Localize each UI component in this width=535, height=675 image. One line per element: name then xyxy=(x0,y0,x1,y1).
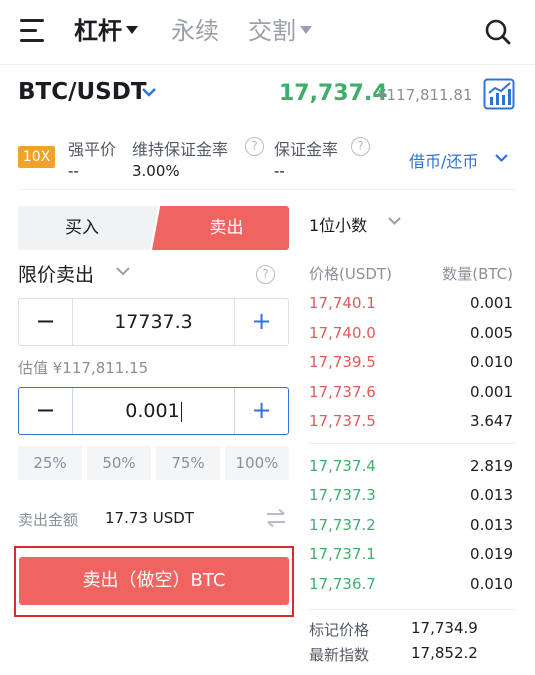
divider xyxy=(309,443,515,444)
precision-select[interactable]: 1位小数 xyxy=(309,212,367,236)
help-icon[interactable]: ? xyxy=(256,265,275,284)
chart-icon[interactable] xyxy=(483,78,515,110)
quantity-value: 0.001 xyxy=(125,400,180,422)
divider xyxy=(309,609,515,610)
buy-tab[interactable]: 买入 xyxy=(18,206,158,250)
help-icon[interactable]: ? xyxy=(351,137,370,156)
quantity-stepper: − 0.001 + xyxy=(18,387,289,435)
percent-50-button[interactable]: 50% xyxy=(87,446,151,480)
bid-qty[interactable]: 0.010 xyxy=(470,575,513,593)
mark-price-label: 标记价格 xyxy=(309,621,370,639)
order-type-select[interactable]: 限价卖出 xyxy=(18,260,94,287)
ask-qty[interactable]: 0.005 xyxy=(470,324,513,342)
chevron-down-icon[interactable] xyxy=(494,152,509,163)
ask-qty[interactable]: 0.001 xyxy=(470,294,513,312)
percent-25-button[interactable]: 25% xyxy=(18,446,82,480)
orderbook-price-header: 价格(USDT) xyxy=(309,265,392,283)
bid-price[interactable]: 17,737.1 xyxy=(309,545,376,563)
divider xyxy=(0,64,535,65)
price-stepper: − 17737.3 + xyxy=(18,298,289,346)
ask-price[interactable]: 17,737.6 xyxy=(309,383,376,401)
margin-ratio-value: -- xyxy=(274,162,285,180)
price-decrement-button[interactable]: − xyxy=(19,299,73,345)
tab-perpetual-label: 永续 xyxy=(171,17,219,45)
margin-ratio-label: 保证金率 xyxy=(274,140,339,159)
tab-margin-label: 杠杆 xyxy=(74,17,122,45)
cny-price: ¥117,811.81 xyxy=(377,86,473,104)
ask-price[interactable]: 17,740.0 xyxy=(309,324,376,342)
search-icon[interactable] xyxy=(484,18,512,46)
last-price: 17,737.4 xyxy=(279,81,388,106)
borrow-repay-button[interactable]: 借币/还币 xyxy=(409,148,478,172)
orderbook-qty-header: 数量(BTC) xyxy=(442,265,513,283)
tab-perpetual[interactable]: 永续 xyxy=(171,15,219,47)
ask-qty[interactable]: 3.647 xyxy=(470,412,513,430)
tab-delivery-label: 交割 xyxy=(248,17,296,45)
liq-price-value: -- xyxy=(68,162,79,180)
bid-qty[interactable]: 0.013 xyxy=(470,516,513,534)
mark-price-value: 17,734.9 xyxy=(411,619,478,637)
sell-short-button[interactable]: 卖出（做空）BTC xyxy=(19,557,289,605)
ask-price[interactable]: 17,737.5 xyxy=(309,412,376,430)
chevron-down-icon[interactable] xyxy=(141,86,157,98)
bid-price[interactable]: 17,736.7 xyxy=(309,575,376,593)
index-price-value: 17,852.2 xyxy=(411,644,478,662)
ask-price[interactable]: 17,739.5 xyxy=(309,353,376,371)
menu-icon[interactable] xyxy=(20,19,48,43)
price-increment-button[interactable]: + xyxy=(234,299,288,345)
help-icon[interactable]: ? xyxy=(245,137,264,156)
sell-amount-value: 17.73 USDT xyxy=(105,509,194,527)
bid-price[interactable]: 17,737.4 xyxy=(309,457,376,475)
bid-price[interactable]: 17,737.3 xyxy=(309,486,376,504)
bid-qty[interactable]: 0.019 xyxy=(470,545,513,563)
chevron-down-icon[interactable] xyxy=(387,215,402,226)
chevron-down-icon xyxy=(300,26,312,34)
pair-symbol[interactable]: BTC/USDT xyxy=(18,79,147,105)
quantity-decrement-button[interactable]: − xyxy=(19,388,73,434)
quantity-input[interactable]: 0.001 xyxy=(73,388,234,434)
bid-qty[interactable]: 2.819 xyxy=(470,457,513,475)
leverage-badge[interactable]: 10X xyxy=(18,146,55,168)
ask-price[interactable]: 17,740.1 xyxy=(309,294,376,312)
chevron-down-icon[interactable] xyxy=(115,265,131,277)
ask-qty[interactable]: 0.001 xyxy=(470,383,513,401)
liq-price-label: 强平价 xyxy=(68,140,117,159)
text-cursor xyxy=(180,401,182,422)
sell-tab[interactable]: 卖出 xyxy=(152,206,289,250)
swap-icon[interactable] xyxy=(265,508,287,528)
ask-qty[interactable]: 0.010 xyxy=(470,353,513,371)
maint-ratio-value: 3.00% xyxy=(132,162,180,180)
index-price-label: 最新指数 xyxy=(309,646,370,664)
percent-75-button[interactable]: 75% xyxy=(156,446,220,480)
top-nav: 杠杆 永续 交割 xyxy=(0,0,535,62)
percent-100-button[interactable]: 100% xyxy=(225,446,289,480)
bid-qty[interactable]: 0.013 xyxy=(470,486,513,504)
maint-ratio-label: 维持保证金率 xyxy=(132,140,229,159)
divider xyxy=(18,189,515,190)
price-estimate: 估值 ¥117,811.15 xyxy=(18,359,149,377)
price-input[interactable]: 17737.3 xyxy=(73,299,234,345)
tab-delivery[interactable]: 交割 xyxy=(248,15,312,47)
chevron-down-icon xyxy=(126,26,138,34)
sell-amount-label: 卖出金额 xyxy=(18,511,79,529)
bid-price[interactable]: 17,737.2 xyxy=(309,516,376,534)
tab-margin[interactable]: 杠杆 xyxy=(74,15,138,47)
quantity-increment-button[interactable]: + xyxy=(234,388,288,434)
